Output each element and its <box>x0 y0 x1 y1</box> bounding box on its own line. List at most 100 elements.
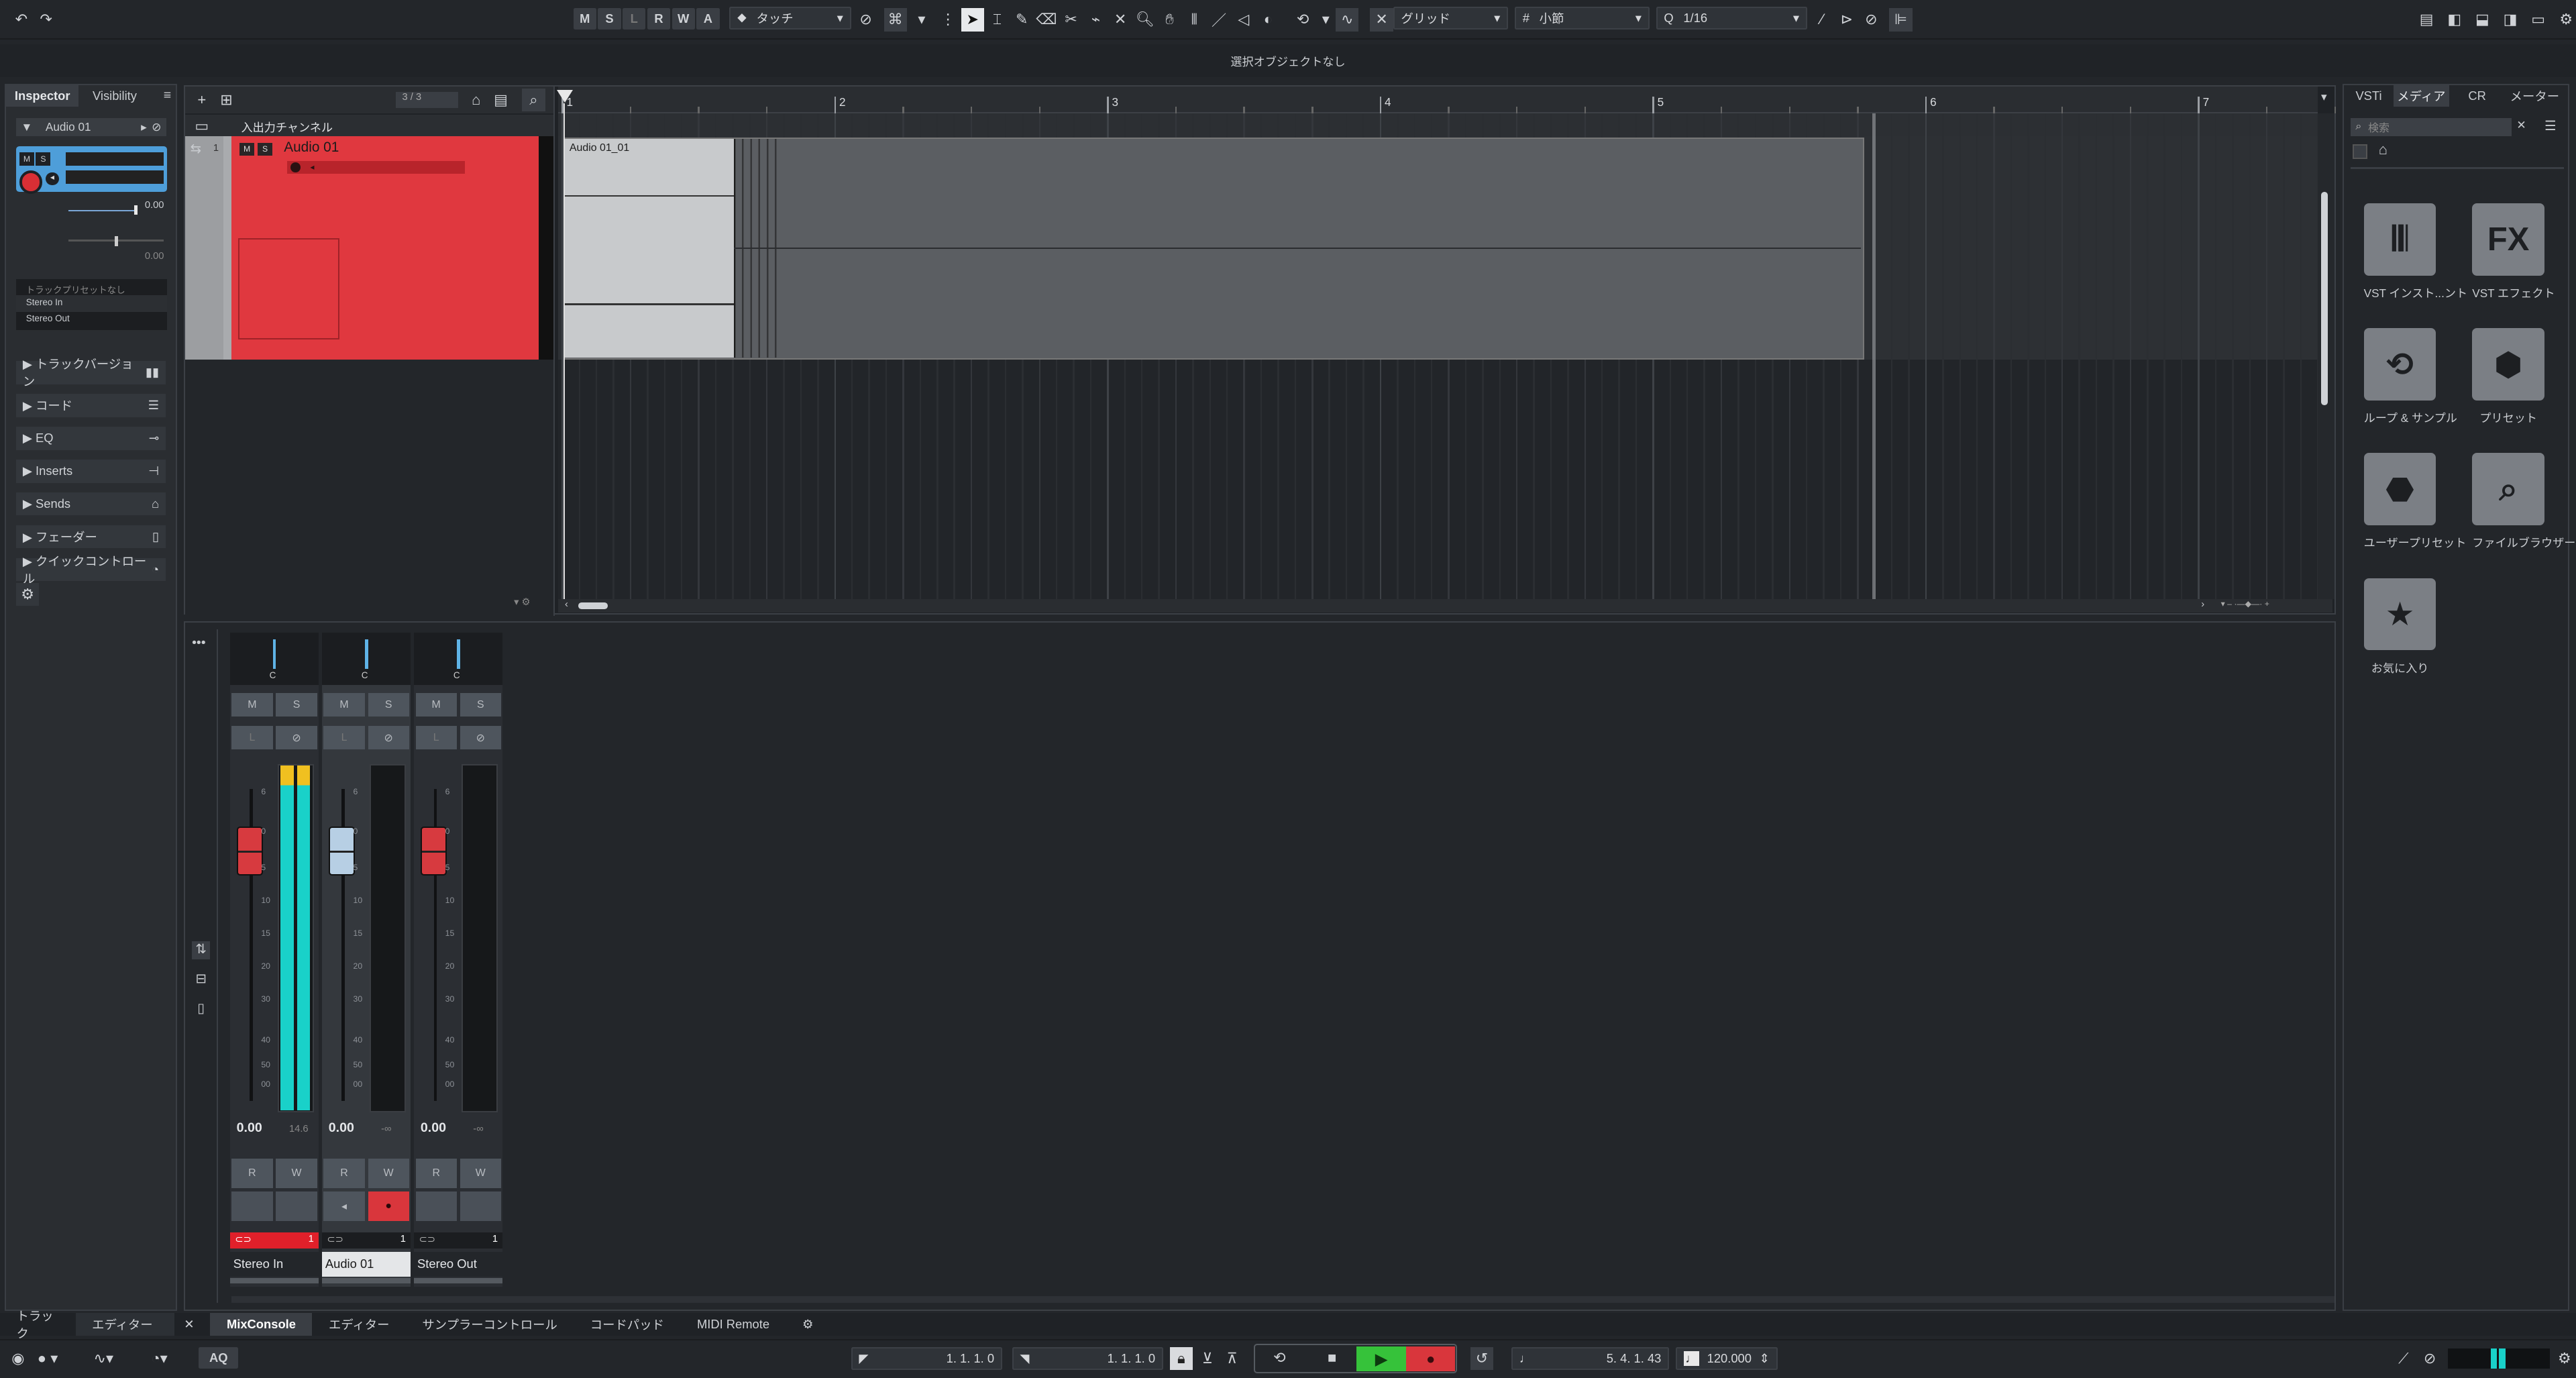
volume-readout[interactable]: 0.00 <box>230 1120 262 1136</box>
tab-inspector[interactable]: Inspector <box>6 85 79 107</box>
automation-mode-select[interactable]: ⬥ タッチ ▾ <box>729 6 851 30</box>
mixer-pictures-icon[interactable]: ▯ <box>192 1000 210 1018</box>
listen-icon[interactable]: L <box>323 726 365 749</box>
section-chords[interactable]: ▶ コード ☰ <box>16 394 166 417</box>
tab-editor[interactable]: エディター <box>312 1313 405 1336</box>
channel-read-button[interactable]: R <box>323 1158 365 1188</box>
record-mode-icon[interactable]: ● ▾ <box>36 1347 59 1370</box>
tab-meter[interactable]: メーター <box>2505 87 2564 105</box>
tab-editor-left[interactable]: エディター <box>75 1312 174 1336</box>
position-display[interactable]: ♩ 5. 4. 1. 43 <box>1511 1346 1670 1370</box>
solo-button[interactable]: S <box>36 152 51 166</box>
record-enable-icon[interactable] <box>19 170 43 194</box>
transport-icon[interactable]: ▭ <box>2527 8 2550 31</box>
mixer-faders-icon[interactable]: ⇅ <box>192 941 210 959</box>
listen-icon[interactable]: L <box>231 726 273 749</box>
right-locator-field[interactable]: ◥ 1. 1. 1. 0 <box>1012 1346 1163 1370</box>
quantize-reset-icon[interactable]: ⊘ <box>1860 8 1882 31</box>
tab-chord-pads[interactable]: コードパッド <box>574 1313 680 1336</box>
channel-solo-button[interactable]: S <box>368 693 409 717</box>
pan-knob[interactable]: C <box>322 632 411 686</box>
section-sends[interactable]: ▶ Sends ⌂ <box>16 492 166 516</box>
automation-panel-button[interactable]: A <box>696 8 720 30</box>
track-preset-field[interactable]: トラックプリセットなし <box>16 279 167 295</box>
track-monitor-icon[interactable]: ◂ <box>310 162 320 172</box>
suspend-icon[interactable]: ⊘ <box>854 8 877 31</box>
section-track-versions[interactable]: ▶ トラックバージョン ▮▮ <box>16 357 166 388</box>
add-track-icon[interactable]: + <box>191 89 213 111</box>
channel-link-row[interactable]: ⊂⊃ 1 <box>229 1232 319 1249</box>
section-eq[interactable]: ▶ EQ ⊸ <box>16 427 166 450</box>
vertical-scrollbar-thumb[interactable] <box>2320 192 2328 406</box>
ruler[interactable]: 1234567 <box>558 87 2404 113</box>
settings-icon[interactable]: ⚙ <box>2553 1347 2576 1370</box>
track-mute-button[interactable]: M <box>239 142 255 156</box>
tab-midi-remote[interactable]: MIDI Remote <box>680 1313 786 1336</box>
edit-channel-icon[interactable]: ⊘ <box>368 726 409 749</box>
sync-icon[interactable]: ⟋ <box>2392 1347 2415 1370</box>
tile-vst-effects[interactable]: FX VST エフェクト <box>2472 203 2555 301</box>
input-routing-field[interactable]: Stereo In <box>16 295 168 312</box>
align-icon[interactable]: ⊫ <box>1889 8 1913 32</box>
metronome-icon[interactable]: ◔▾ <box>148 1347 170 1370</box>
channel-monitor-icon[interactable]: ◂ <box>323 1191 365 1221</box>
tab-mixconsole[interactable]: MixConsole <box>210 1312 313 1336</box>
channel-record-icon[interactable] <box>460 1191 501 1221</box>
redo-icon[interactable]: ↷ <box>34 8 57 31</box>
channel-fader[interactable] <box>420 826 447 876</box>
split-icon[interactable]: ✂ <box>1060 8 1083 31</box>
track-row-audio-01[interactable]: ⇆ 1 M S Audio 01 ◂ <box>185 136 553 360</box>
snap-type-select[interactable]: グリッド ▾ <box>1393 6 1509 30</box>
output-routing-field[interactable]: Stereo Out <box>16 312 167 328</box>
tempo-display[interactable]: ♩ 120.000 ⇕ <box>1675 1346 1778 1370</box>
edit-channel-icon[interactable]: ⊘ <box>460 726 501 749</box>
track-record-icon[interactable] <box>290 162 301 172</box>
inspector-track-header[interactable]: ▼ Audio 01 ▸ ⊘ <box>16 117 166 136</box>
snap-zero-crossing-icon[interactable]: ∿ <box>1336 8 1359 32</box>
home-icon[interactable]: ⌂ <box>465 89 488 111</box>
section-fader[interactable]: ▶ フェーダー ▯ <box>16 525 166 549</box>
punch-out-icon[interactable]: ⊼ <box>1221 1347 1244 1370</box>
channel-write-button[interactable]: W <box>368 1158 409 1188</box>
channel-fader[interactable] <box>328 826 355 876</box>
color-icon[interactable]: ◐ <box>1256 8 1279 31</box>
lower-zone-icon[interactable]: ⬓ <box>2471 8 2493 31</box>
add-track-menu-icon[interactable]: ⊞ <box>215 89 237 111</box>
clear-search-icon[interactable]: ✕ <box>2516 118 2526 132</box>
constrain-delay-icon[interactable]: ⌘ <box>883 8 907 32</box>
read-all-button[interactable]: R <box>647 8 671 30</box>
erase-icon[interactable]: ⌫ <box>1035 8 1058 31</box>
scrollbar-thumb[interactable] <box>578 602 608 610</box>
channel-write-button[interactable]: W <box>276 1158 317 1188</box>
hand-icon[interactable]: ✋︎ <box>1158 8 1181 31</box>
edit-channel-icon[interactable]: ⊘ <box>276 726 317 749</box>
tab-control-room[interactable]: CR <box>2449 89 2505 103</box>
menu-icon[interactable]: ≡ <box>151 88 176 103</box>
channel-mute-button[interactable]: M <box>231 693 273 717</box>
list-view-icon[interactable]: ▤ <box>489 89 512 111</box>
aq-button[interactable]: AQ <box>199 1346 239 1369</box>
snap-toggle-icon[interactable]: ✕ <box>1370 8 1393 32</box>
suspend-icon[interactable]: ⊘ <box>2418 1347 2441 1370</box>
ruler-menu-icon[interactable]: ▾ <box>2321 90 2327 104</box>
record-icon[interactable]: ● <box>1405 1346 1456 1371</box>
channel-read-button[interactable]: R <box>231 1158 273 1188</box>
inspector-delay-slider[interactable]: 0.00 <box>39 251 167 266</box>
zoom-icon[interactable]: 🔍︎ <box>1134 8 1157 31</box>
comp-icon[interactable]: ⫴ <box>1183 8 1205 31</box>
channel-monitor-icon[interactable] <box>231 1191 273 1221</box>
solo-all-button[interactable]: S <box>598 8 621 30</box>
scroll-right-icon[interactable]: › <box>2201 599 2204 610</box>
write-all-button[interactable]: W <box>672 8 695 30</box>
quantize-apply-icon[interactable]: ⊳ <box>1835 8 1858 31</box>
vertical-scrollbar[interactable] <box>2318 113 2334 600</box>
channel-solo-button[interactable]: S <box>460 693 501 717</box>
media-search-input[interactable]: ⌕ 検索 <box>2351 117 2512 136</box>
object-select-icon[interactable]: ➤ <box>961 8 984 32</box>
pan-knob[interactable]: C <box>229 632 319 686</box>
pan-knob[interactable]: C <box>414 632 503 686</box>
scroll-left-icon[interactable]: ‹ <box>565 599 568 610</box>
channel-monitor-icon[interactable] <box>415 1191 457 1221</box>
chevron-down-icon[interactable]: ▾ <box>1314 8 1337 31</box>
mute-tool-icon[interactable]: ✕ <box>1109 8 1132 31</box>
